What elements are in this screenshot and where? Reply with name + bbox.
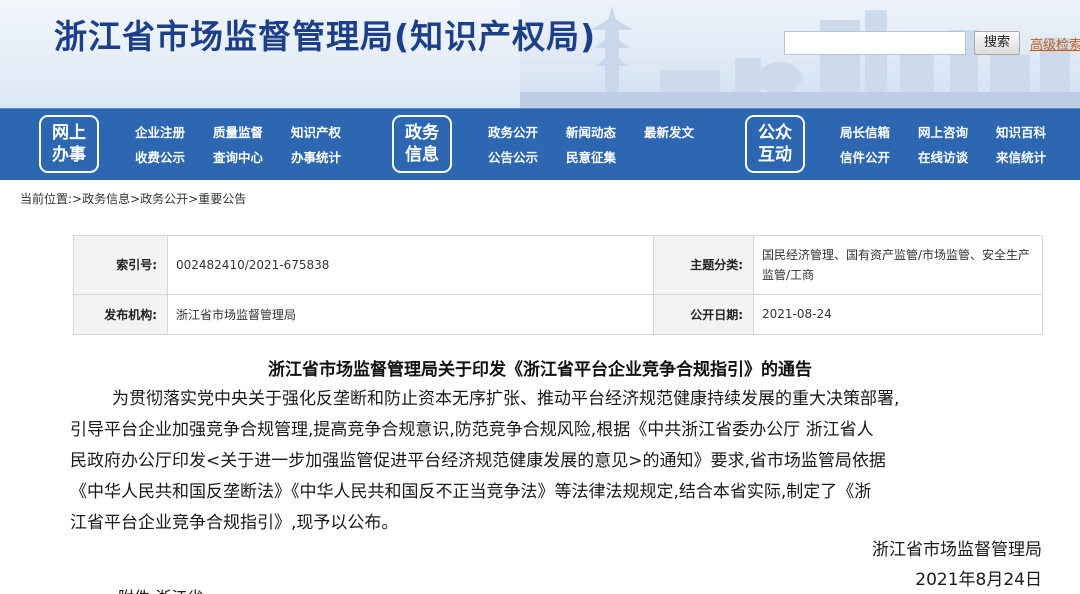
nav-link-public-letters[interactable]: 信件公开	[840, 147, 890, 166]
nav-badge-line: 信息	[405, 145, 439, 165]
nav-badge-line: 政务	[405, 123, 439, 143]
nav-link-query-center[interactable]: 查询中心	[213, 147, 263, 166]
nav-badge-line: 互动	[758, 145, 792, 165]
nav-link-latest-documents[interactable]: 最新发文	[644, 122, 694, 141]
nav-link-public-opinion[interactable]: 民意征集	[566, 147, 616, 166]
nav-link-letter-statistics[interactable]: 来信统计	[996, 147, 1046, 166]
nav-link-announcements[interactable]: 公告公示	[488, 147, 538, 166]
nav-link-knowledge-base[interactable]: 知识百科	[996, 122, 1046, 141]
search-button[interactable]: 搜索	[974, 31, 1020, 55]
article-paragraph-line: 民政府办公厅印发<关于进一步加强监管促进平台经济规范健康发展的意见>的通知》要求…	[70, 451, 886, 471]
publisher-label: 发布机构:	[73, 293, 168, 336]
publisher-value: 浙江省市场监督管理局	[167, 293, 654, 336]
article-paragraph-line: 引导平台企业加强竞争合规管理,提高竞争合规意识,防范竞争合规风险,根据《中共浙江…	[70, 420, 874, 440]
advanced-search-link[interactable]: 高级检索	[1030, 34, 1080, 53]
nav-badge-line: 办事	[52, 145, 86, 165]
nav-link-fee-disclosure[interactable]: 收费公示	[135, 147, 185, 166]
nav-link-enterprise-registration[interactable]: 企业注册	[135, 122, 185, 141]
site-title: 浙江省市场监督管理局(知识产权局)	[54, 17, 597, 56]
search-input[interactable]	[784, 31, 966, 55]
nav-badge-government-info[interactable]: 政务 信息	[392, 115, 452, 173]
nav-link-quality-supervision[interactable]: 质量监督	[213, 122, 263, 141]
signature-organization: 浙江省市场监督管理局	[872, 540, 1042, 560]
nav-link-news[interactable]: 新闻动态	[566, 122, 616, 141]
subject-category-value: 国民经济管理、国有资产监管/市场监管、安全生产监管/工商	[753, 235, 1043, 295]
nav-link-intellectual-property[interactable]: 知识产权	[291, 122, 341, 141]
publish-date-label: 公开日期:	[653, 293, 754, 336]
article-paragraph-line: 《中华人民共和国反垄断法》《中华人民共和国反不正当竞争法》等法律法规规定,结合本…	[70, 482, 872, 502]
subject-category-label: 主题分类:	[653, 235, 754, 295]
breadcrumb[interactable]: 当前位置:>政务信息>政务公开>重要公告	[20, 190, 246, 207]
index-number-value: 002482410/2021-675838	[167, 235, 654, 295]
nav-badge-line: 公众	[758, 123, 792, 143]
article-paragraph-line: 为贯彻落实党中央关于强化反垄断和防止资本无序扩张、推动平台经济规范健康持续发展的…	[112, 389, 900, 409]
nav-badge-online-services[interactable]: 网上 办事	[39, 115, 99, 173]
article-paragraph-line: 江省平台企业竞争合规指引》,现予以公布。	[70, 513, 399, 533]
document-info-table: 索引号: 002482410/2021-675838 主题分类: 国民经济管理、…	[73, 235, 1043, 336]
nav-badge-public-interaction[interactable]: 公众 互动	[745, 115, 805, 173]
nav-link-online-interview[interactable]: 在线访谈	[918, 147, 968, 166]
index-number-label: 索引号:	[73, 235, 168, 295]
nav-badge-line: 网上	[52, 123, 86, 143]
nav-link-online-consultation[interactable]: 网上咨询	[918, 122, 968, 141]
nav-link-director-mailbox[interactable]: 局长信箱	[840, 122, 890, 141]
nav-link-service-statistics[interactable]: 办事统计	[291, 147, 341, 166]
publish-date-value: 2021-08-24	[753, 293, 1043, 336]
main-navbar: 网上 办事 企业注册 质量监督 知识产权 收费公示 查询中心 办事统计 政务 信…	[0, 108, 1080, 180]
attachment-line-cutoff: 附件:浙江省	[118, 584, 203, 594]
article-title: 浙江省市场监督管理局关于印发《浙江省平台企业竞争合规指引》的通告	[268, 360, 812, 380]
header-banner: 浙江省市场监督管理局(知识产权局) 搜索 高级检索	[0, 0, 1080, 108]
nav-link-government-disclosure[interactable]: 政务公开	[488, 122, 538, 141]
signature-date: 2021年8月24日	[915, 570, 1042, 590]
